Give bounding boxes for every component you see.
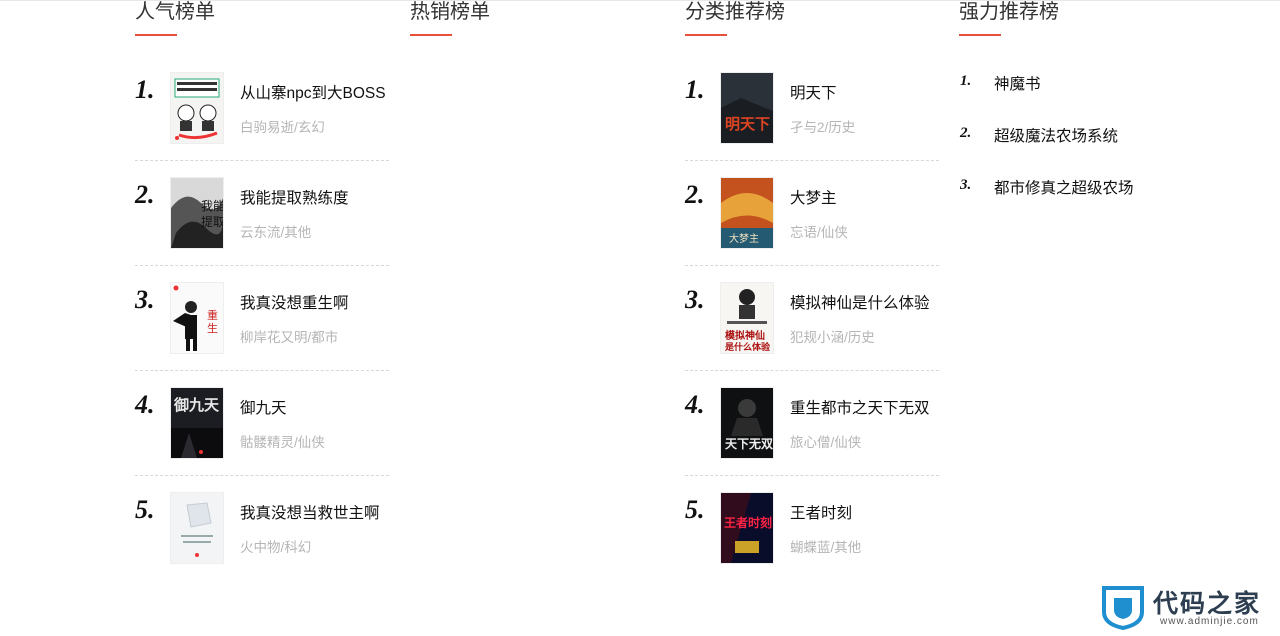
rank-number: 2.: [960, 125, 972, 141]
book-title-link[interactable]: 都市修真之超级农场: [994, 176, 1134, 198]
popular-ranking-column: 人气榜单 1. 从山寨npc到大BOSS 白驹易逝/玄幻 2. 我能 提取 我能…: [135, 0, 389, 596]
book-title-link[interactable]: 明天下: [790, 81, 837, 103]
list-item[interactable]: 3. 都市修真之超级农场: [959, 176, 1213, 228]
book-cover[interactable]: 御九天: [170, 387, 224, 459]
title-underline: [135, 34, 177, 36]
power-recommend-title: 强力推荐榜: [959, 1, 1059, 23]
book-title-link[interactable]: 重生都市之天下无双: [790, 396, 930, 418]
rank-number: 3.: [685, 285, 705, 314]
svg-text:王者时刻: 王者时刻: [724, 515, 772, 530]
title-underline: [959, 34, 1001, 36]
svg-text:明天下: 明天下: [725, 116, 770, 133]
svg-text:提取: 提取: [201, 214, 223, 229]
bestseller-ranking-title: 热销榜单: [410, 1, 490, 23]
rank-number: 2.: [135, 180, 155, 209]
svg-text:生: 生: [207, 321, 218, 335]
popular-ranking-title: 人气榜单: [135, 1, 215, 23]
svg-text:模拟神仙: 模拟神仙: [725, 329, 765, 342]
book-author-genre: 忘语/仙侠: [790, 225, 848, 240]
book-title-link[interactable]: 我真没想重生啊: [240, 291, 349, 313]
svg-text:大梦主: 大梦主: [729, 232, 759, 245]
rank-number: 3.: [135, 285, 155, 314]
list-item[interactable]: 1. 明天下 明天下 孑与2/历史: [685, 72, 939, 161]
book-cover[interactable]: [170, 492, 224, 564]
svg-text:我能: 我能: [201, 199, 223, 213]
book-cover[interactable]: 明天下: [720, 72, 774, 144]
book-cover[interactable]: 我能 提取: [170, 177, 224, 249]
list-item[interactable]: 5. 王者时刻 王者时刻 蝴蝶蓝/其他: [685, 492, 939, 580]
category-ranking-title: 分类推荐榜: [685, 1, 785, 23]
rank-number: 1.: [960, 73, 972, 89]
rank-number: 4.: [135, 390, 155, 419]
rank-number: 1.: [685, 75, 705, 104]
book-cover[interactable]: [170, 72, 224, 144]
book-title-link[interactable]: 御九天: [240, 396, 287, 418]
book-author-genre: 蝴蝶蓝/其他: [790, 540, 862, 555]
list-item[interactable]: 2. 超级魔法农场系统: [959, 124, 1213, 176]
title-underline: [685, 34, 727, 36]
book-title-link[interactable]: 我能提取熟练度: [240, 186, 349, 208]
svg-text:天下无双: 天下无双: [725, 437, 773, 451]
power-recommend-list: 1. 神魔书 2. 超级魔法农场系统 3. 都市修真之超级农场: [959, 72, 1213, 228]
book-title-link[interactable]: 神魔书: [994, 72, 1041, 94]
rank-number: 5.: [685, 495, 705, 524]
book-cover[interactable]: 王者时刻: [720, 492, 774, 564]
book-title-link[interactable]: 超级魔法农场系统: [994, 124, 1118, 146]
book-cover[interactable]: 重 生: [170, 282, 224, 354]
bestseller-ranking-column: 热销榜单: [410, 0, 664, 36]
book-author-genre: 白驹易逝/玄幻: [240, 120, 325, 135]
list-item[interactable]: 3. 重 生 我真没想重生啊 柳岸花又明/都市: [135, 282, 389, 371]
book-author-genre: 火中物/科幻: [240, 540, 312, 555]
book-author-genre: 骷髅精灵/仙侠: [240, 435, 325, 450]
book-author-genre: 旅心僧/仙侠: [790, 435, 862, 450]
watermark-name: 代码之家: [1153, 590, 1262, 618]
book-title-link[interactable]: 从山寨npc到大BOSS: [240, 81, 386, 103]
rank-number: 5.: [135, 495, 155, 524]
list-item[interactable]: 4. 御九天 御九天 骷髅精灵/仙侠: [135, 387, 389, 476]
category-ranking-list: 1. 明天下 明天下 孑与2/历史 2. 大梦主 大梦主 忘语/仙侠 3. 模拟…: [685, 72, 939, 580]
popular-ranking-list: 1. 从山寨npc到大BOSS 白驹易逝/玄幻 2. 我能 提取 我能提取熟练度…: [135, 72, 389, 580]
svg-text:御九天: 御九天: [173, 396, 220, 414]
book-author-genre: 犯规小涵/历史: [790, 330, 875, 345]
title-underline: [410, 34, 452, 36]
book-author-genre: 孑与2/历史: [790, 120, 856, 135]
watermark-url: www.adminjie.com: [1160, 616, 1259, 627]
book-title-link[interactable]: 模拟神仙是什么体验: [790, 291, 930, 313]
rank-number: 3.: [960, 177, 972, 193]
list-item[interactable]: 4. 天下无双 重生都市之天下无双 旅心僧/仙侠: [685, 387, 939, 476]
rank-number: 4.: [685, 390, 705, 419]
power-recommend-column: 强力推荐榜 1. 神魔书 2. 超级魔法农场系统 3. 都市修真之超级农场: [959, 0, 1213, 228]
book-author-genre: 柳岸花又明/都市: [240, 330, 339, 345]
list-item[interactable]: 5. 我真没想当救世主啊 火中物/科幻: [135, 492, 389, 580]
list-item[interactable]: 3. 模拟神仙 是什么体验 模拟神仙是什么体验 犯规小涵/历史: [685, 282, 939, 371]
book-cover[interactable]: 模拟神仙 是什么体验: [720, 282, 774, 354]
book-title-link[interactable]: 大梦主: [790, 186, 837, 208]
list-item[interactable]: 1. 神魔书: [959, 72, 1213, 124]
book-title-link[interactable]: 我真没想当救世主啊: [240, 501, 380, 523]
book-cover[interactable]: 天下无双: [720, 387, 774, 459]
list-item[interactable]: 1. 从山寨npc到大BOSS 白驹易逝/玄幻: [135, 72, 389, 161]
site-watermark: 代码之家 www.adminjie.com: [1098, 582, 1274, 632]
list-item[interactable]: 2. 我能 提取 我能提取熟练度 云东流/其他: [135, 177, 389, 266]
book-author-genre: 云东流/其他: [240, 225, 312, 240]
svg-text:重: 重: [207, 308, 218, 322]
rank-number: 2.: [685, 180, 705, 209]
list-item[interactable]: 2. 大梦主 大梦主 忘语/仙侠: [685, 177, 939, 266]
shield-logo-icon: [1102, 586, 1144, 630]
category-ranking-column: 分类推荐榜 1. 明天下 明天下 孑与2/历史 2. 大梦主 大梦主 忘语/仙侠…: [685, 0, 939, 596]
book-cover[interactable]: 大梦主: [720, 177, 774, 249]
svg-text:是什么体验: 是什么体验: [724, 341, 771, 352]
rank-number: 1.: [135, 75, 155, 104]
book-title-link[interactable]: 王者时刻: [790, 501, 852, 523]
